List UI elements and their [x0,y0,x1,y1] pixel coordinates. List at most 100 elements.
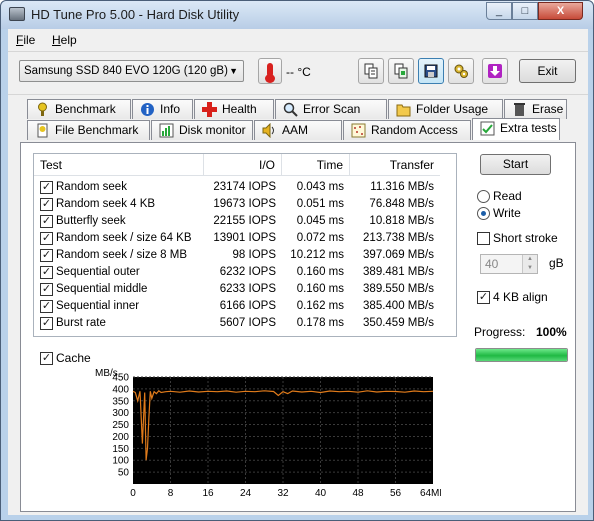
x-tick-label: 8 [168,488,174,499]
write-label: Write [493,206,521,220]
table-row[interactable]: ✓ Random seek / size 8 MB 98 IOPS 10.212 ms… [34,247,454,264]
y-tick-label: 450 [112,373,129,384]
tab-extra-tests[interactable]: Extra tests [472,118,560,140]
close-button[interactable]: X [538,2,583,20]
window-title: HD Tune Pro 5.00 - Hard Disk Utility [31,7,240,22]
row-checkbox[interactable]: ✓ [40,215,53,228]
tab-info[interactable]: Info [132,99,193,119]
extra-tests-panel: Test I/O Time Transfer ✓ Random seek 23174… [20,142,576,512]
tab-label: File Benchmark [55,123,139,137]
short-stroke-input[interactable]: 40 ▲ ▼ [480,254,538,274]
tab-folder-usage[interactable]: Folder Usage [388,99,503,119]
table-row[interactable]: ✓ Burst rate 5607 IOPS 0.178 ms 350.459 MB/s [34,315,454,332]
transfer-value: 76.848 MB/s [369,198,434,210]
minimize-button[interactable]: _ [486,2,512,20]
test-name: Butterfly seek [56,215,126,227]
y-tick-label: 200 [112,432,129,443]
read-radio[interactable] [477,190,490,203]
table-row[interactable]: ✓ Random seek / size 64 KB 13901 IOPS 0.072… [34,230,454,247]
tab-label: Erase [532,102,564,116]
tab-label: Benchmark [55,102,116,116]
row-checkbox[interactable]: ✓ [40,181,53,194]
y-tick-label: 250 [112,420,129,431]
align-label: 4 KB align [493,290,548,304]
read-label: Read [493,189,522,203]
tab-file-benchmark[interactable]: File Benchmark [27,120,150,140]
row-checkbox[interactable]: ✓ [40,317,53,330]
test-name: Sequential outer [56,266,140,278]
spin-down-icon[interactable]: ▼ [522,264,537,273]
x-tick-label: 48 [352,488,364,499]
progress-bar [475,348,568,362]
row-checkbox[interactable]: ✓ [40,266,53,279]
row-checkbox[interactable]: ✓ [40,232,53,245]
table-row[interactable]: ✓ Butterfly seek 22155 IOPS 0.045 ms 10.818 … [34,213,454,230]
exit-button[interactable]: Exit [519,59,576,83]
tab-benchmark[interactable]: Benchmark [27,99,131,119]
start-button[interactable]: Start [480,154,551,175]
io-value: 23174 IOPS [213,181,276,193]
table-row[interactable]: ✓ Sequential outer 6232 IOPS 0.160 ms 389.48… [34,264,454,281]
tab-label: Info [160,102,181,116]
x-tick-label: 40 [315,488,327,499]
time-value: 0.051 ms [296,198,344,210]
table-row[interactable]: ✓ Sequential middle 6233 IOPS 0.160 ms 389.5… [34,281,454,298]
write-radio[interactable] [477,207,490,220]
x-tick-label: 24 [240,488,252,499]
row-checkbox[interactable]: ✓ [40,198,53,211]
short-stroke-checkbox[interactable] [477,232,490,245]
transfer-value: 397.069 MB/s [363,249,434,261]
copy-info-icon[interactable] [358,58,384,84]
io-value: 6233 IOPS [219,283,276,295]
copy-screen-icon[interactable] [388,58,414,84]
tab-disk-monitor[interactable]: Disk monitor [151,120,253,140]
tab-health[interactable]: Health [194,99,274,119]
column-header-io[interactable]: I/O [204,154,282,176]
tab-label: Extra tests [500,121,557,135]
table-row[interactable]: ✓ Random seek 23174 IOPS 0.043 ms 11.316 MB/… [34,179,454,196]
drive-select[interactable]: Samsung SSD 840 EVO 120G (120 gB) ▼ [19,60,244,82]
transfer-value: 10.818 MB/s [369,215,434,227]
table-row[interactable]: ✓ Random seek 4 KB 19673 IOPS 0.051 ms 76.84… [34,196,454,213]
table-row[interactable]: ✓ Sequential inner 6166 IOPS 0.162 ms 385.40… [34,298,454,315]
transfer-value: 350.459 MB/s [363,317,434,329]
time-value: 0.072 ms [296,232,344,244]
row-checkbox[interactable]: ✓ [40,283,53,296]
column-header-transfer[interactable]: Transfer [350,154,440,176]
menu-bar: File Help [8,31,588,49]
drive-select-value: Samsung SSD 840 EVO 120G (120 gB) [24,65,228,77]
progress-fill [476,349,567,361]
test-name: Random seek [56,181,127,193]
erase-icon [512,102,527,117]
save-icon[interactable] [418,58,444,84]
column-header-time[interactable]: Time [282,154,350,176]
align-checkbox[interactable]: ✓ [477,291,490,304]
transfer-value: 385.400 MB/s [363,300,434,312]
tab-error-scan[interactable]: Error Scan [275,99,387,119]
row-checkbox[interactable]: ✓ [40,249,53,262]
options-icon[interactable] [448,58,474,84]
info-icon [140,102,155,117]
test-name: Random seek / size 8 MB [56,249,188,261]
menu-file[interactable]: File [16,33,35,47]
download-icon[interactable] [482,58,508,84]
tab-erase[interactable]: Erase [504,99,567,119]
io-value: 13901 IOPS [213,232,276,244]
cache-checkbox[interactable]: ✓ [40,352,53,365]
menu-help[interactable]: Help [52,33,77,47]
cache-label: Cache [56,351,91,365]
title-bar[interactable]: HD Tune Pro 5.00 - Hard Disk Utility _ □… [1,1,593,29]
short-stroke-unit: gB [549,256,564,270]
tab-random-access[interactable]: Random Access [343,120,471,140]
transfer-value: 11.316 MB/s [370,181,434,193]
short-stroke-value: 40 [485,257,499,271]
tab-aam[interactable]: AAM [254,120,342,140]
spin-up-icon[interactable]: ▲ [522,255,537,264]
y-tick-label: 300 [112,408,129,419]
tab-label: Disk monitor [179,123,246,137]
column-header-test[interactable]: Test [34,154,204,176]
maximize-button[interactable]: □ [512,2,538,20]
tab-label: Random Access [371,123,458,137]
row-checkbox[interactable]: ✓ [40,300,53,313]
aam-icon [262,122,277,139]
